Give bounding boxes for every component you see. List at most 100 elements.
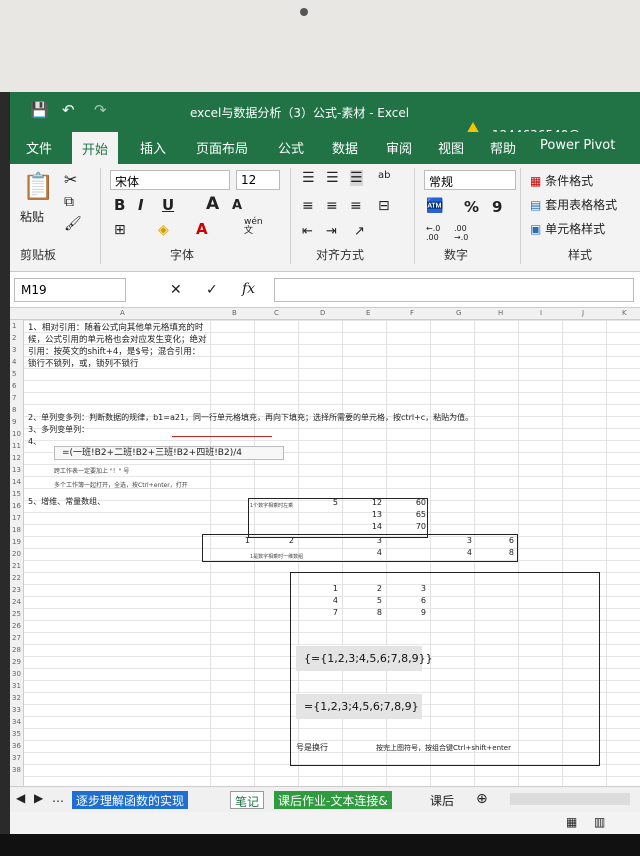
row-header[interactable]: 25 [12, 610, 21, 618]
row-header[interactable]: 21 [12, 562, 21, 570]
cell-value[interactable]: 65 [412, 510, 426, 519]
normal-view-icon[interactable]: ▦ [566, 815, 577, 829]
paste-icon[interactable]: 📋 [22, 172, 54, 202]
cell-value[interactable]: 2 [280, 536, 294, 545]
cell-value[interactable]: 9 [412, 608, 426, 617]
font-name-select[interactable]: 宋体 [110, 170, 230, 190]
tab-insert[interactable]: 插入 [140, 138, 166, 157]
row-header[interactable]: 16 [12, 502, 21, 510]
cell-value[interactable]: 6 [412, 596, 426, 605]
note-multi-to-single[interactable]: 3、多列变单列： [28, 424, 89, 436]
cell-value[interactable]: 3 [412, 584, 426, 593]
align-left-icon[interactable]: ≡ [302, 198, 314, 214]
cell-value[interactable]: 8 [368, 608, 382, 617]
align-top-icon[interactable]: ☰ [302, 170, 315, 186]
cell-value[interactable]: 60 [412, 498, 426, 507]
save-icon[interactable]: 💾 [30, 101, 49, 119]
name-box[interactable]: M19 [14, 278, 126, 302]
row-header[interactable]: 29 [12, 658, 21, 666]
note-section-4[interactable]: 4、 [28, 436, 41, 448]
row-header[interactable]: 38 [12, 766, 21, 774]
insert-function-button[interactable]: fx [242, 281, 255, 297]
note-single-to-multi[interactable]: 2、单列变多列：判断数据的规律，b1=a21，同一行单元格填充，再向下填充；选择… [28, 412, 588, 424]
add-sheet-icon[interactable]: ⊕ [476, 791, 488, 807]
percent-button[interactable]: % [464, 198, 479, 216]
note-cross-sheet-formula[interactable]: =(一班!B2+二班!B2+三班!B2+四班!B2)/4 [62, 447, 242, 459]
array-formula-braced[interactable]: {={1,2,3;4,5,6;7,8,9}} [296, 646, 433, 671]
comma-button[interactable]: 9 [492, 198, 502, 216]
column-header[interactable]: C [274, 309, 279, 317]
cancel-button[interactable]: ✕ [170, 282, 182, 298]
align-center-icon[interactable]: ≡ [326, 198, 338, 214]
row-header[interactable]: 2 [12, 334, 16, 342]
cell-value[interactable]: 14 [368, 522, 382, 531]
array-formula-constant[interactable]: ={1,2,3;4,5,6;7,8,9} [296, 694, 422, 719]
underline-button[interactable]: U [162, 196, 174, 214]
font-size-select[interactable]: 12 [236, 170, 280, 190]
scroll-next-sheet-icon[interactable]: ▶ [34, 791, 43, 805]
row-header[interactable]: 27 [12, 634, 21, 642]
italic-button[interactable]: I [138, 196, 144, 214]
cell-value[interactable]: 1 [236, 536, 250, 545]
currency-icon[interactable]: 🏧 [426, 198, 443, 214]
row-header[interactable]: 13 [12, 466, 21, 474]
scroll-prev-sheet-icon[interactable]: ◀ [16, 791, 25, 805]
note-semicolon-newline[interactable]: 号是换行 [296, 742, 328, 754]
row-header[interactable]: 12 [12, 454, 21, 462]
font-color-button[interactable]: A [196, 220, 208, 238]
cell-value[interactable]: 4 [324, 596, 338, 605]
row-header[interactable]: 33 [12, 706, 21, 714]
row-header[interactable]: 32 [12, 694, 21, 702]
phonetic-button[interactable]: wén 文 [244, 218, 263, 236]
orientation-icon[interactable]: ↗ [354, 224, 365, 239]
row-header[interactable]: 14 [12, 478, 21, 486]
row-header[interactable]: 1 [12, 322, 16, 330]
cell-value[interactable]: 5 [324, 498, 338, 507]
row-header[interactable]: 5 [12, 370, 16, 378]
redo-icon[interactable]: ↷ [94, 101, 107, 119]
note-dimension-constant-array[interactable]: 5、增维、常量数组、 [28, 496, 105, 508]
cell-value[interactable]: 3 [458, 536, 472, 545]
tab-data[interactable]: 数据 [332, 138, 358, 157]
row-header[interactable]: 37 [12, 754, 21, 762]
row-header[interactable]: 34 [12, 718, 21, 726]
tab-formulas[interactable]: 公式 [278, 138, 304, 157]
column-header[interactable]: J [582, 309, 584, 317]
column-header[interactable]: A [120, 309, 125, 317]
row-header[interactable]: 20 [12, 550, 21, 558]
worksheet-grid[interactable]: A B C D E F G H I J K 1 2 3 4 5 6 7 8 9 10 11 12 13 1… [10, 308, 640, 786]
cell-value[interactable]: 2 [368, 584, 382, 593]
row-header[interactable]: 36 [12, 742, 21, 750]
formula-input[interactable] [274, 278, 634, 302]
wrap-text-button[interactable]: ab [378, 170, 390, 181]
cell-styles-button[interactable]: ▣ 单元格样式 [530, 220, 605, 237]
row-header[interactable]: 15 [12, 490, 21, 498]
cell-value[interactable]: 13 [368, 510, 382, 519]
row-header[interactable]: 18 [12, 526, 21, 534]
column-header[interactable]: G [456, 309, 461, 317]
page-layout-view-icon[interactable]: ▥ [594, 815, 605, 829]
cell-value[interactable]: 12 [368, 498, 382, 507]
row-header[interactable]: 19 [12, 538, 21, 546]
row-header[interactable]: 8 [12, 406, 16, 414]
cell-value[interactable]: 1 [324, 584, 338, 593]
column-header[interactable]: B [232, 309, 237, 317]
format-as-table-button[interactable]: ▤ 套用表格格式 [530, 196, 617, 213]
horizontal-scrollbar[interactable] [510, 793, 630, 805]
copy-icon[interactable]: ⧉ [64, 194, 74, 210]
increase-decimal-button[interactable]: ←.0 .00 [426, 224, 452, 242]
cell-value[interactable]: 7 [324, 608, 338, 617]
tab-file[interactable]: 文件 [26, 138, 52, 157]
row-header[interactable]: 28 [12, 646, 21, 654]
bold-button[interactable]: B [114, 196, 125, 214]
cell-value[interactable]: 4 [368, 548, 382, 557]
note-multi-workbook-hint[interactable]: 多个工作簿一起打开，全选，按Ctrl+enter，打开 [54, 480, 188, 492]
cut-icon[interactable]: ✂ [64, 170, 77, 189]
row-header[interactable]: 22 [12, 574, 21, 582]
row-header[interactable]: 11 [12, 442, 21, 450]
row-header[interactable]: 4 [12, 358, 16, 366]
row-header[interactable]: 24 [12, 598, 21, 606]
align-bottom-icon[interactable]: ☰ [350, 170, 363, 186]
grow-font-button[interactable]: A [206, 194, 219, 214]
sheet-tab-function-steps[interactable]: 逐步理解函数的实现 [72, 791, 189, 809]
